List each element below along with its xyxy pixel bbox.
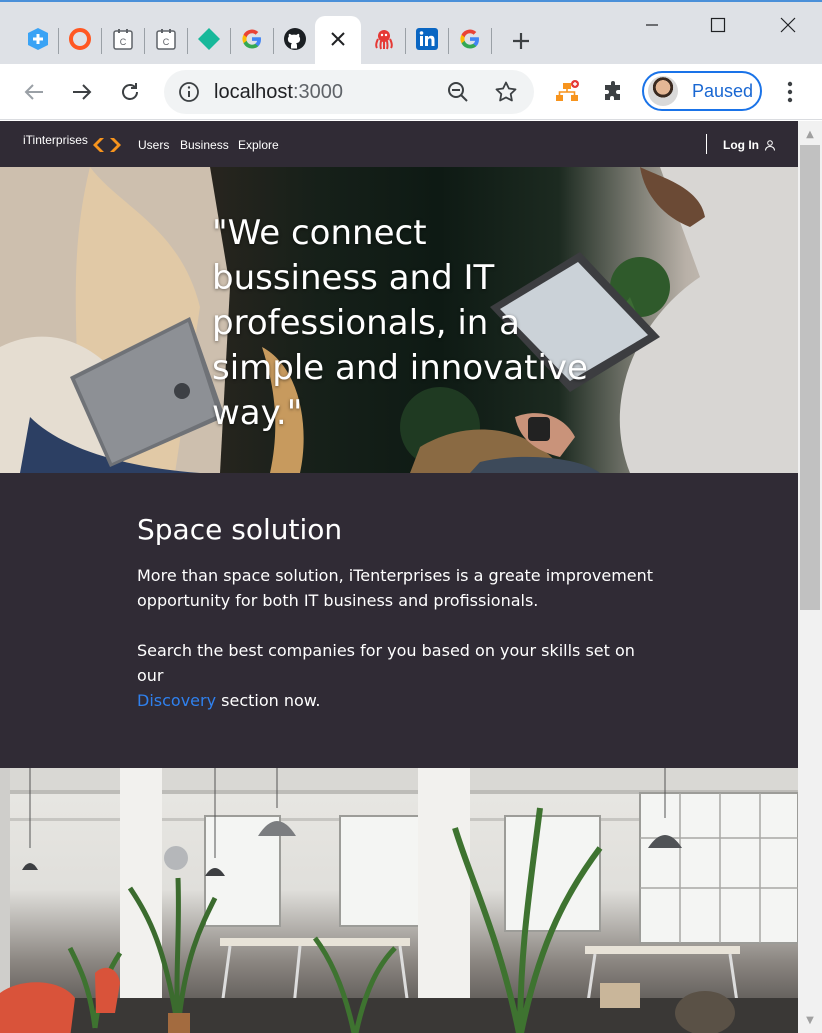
maximize-icon xyxy=(710,17,726,33)
google-icon xyxy=(239,26,265,52)
url-text[interactable]: localhost:3000 xyxy=(214,81,343,104)
linkedin-icon xyxy=(414,26,440,52)
plus-icon xyxy=(513,33,529,49)
diamond-icon xyxy=(196,26,222,52)
scroll-up-arrow-icon[interactable]: ▲ xyxy=(798,123,822,145)
sitemap-icon xyxy=(556,80,579,101)
tab-separator xyxy=(101,28,102,54)
scroll-down-arrow-icon[interactable]: ▼ xyxy=(798,1009,822,1031)
tab-10[interactable] xyxy=(409,16,445,66)
nav-explore-link[interactable]: Explore xyxy=(238,138,279,152)
ring-icon xyxy=(67,26,93,52)
discovery-link[interactable]: Discovery xyxy=(137,691,216,710)
back-button[interactable] xyxy=(18,76,50,108)
reload-icon xyxy=(122,83,138,100)
reload-button[interactable] xyxy=(114,76,146,108)
tab-1[interactable] xyxy=(20,16,56,66)
github-icon xyxy=(282,26,308,52)
section-paragraph-2: Search the best companies for you based … xyxy=(137,638,657,713)
profile-button[interactable]: Paused xyxy=(642,71,762,111)
tab-separator xyxy=(187,28,188,54)
forward-button[interactable] xyxy=(66,76,98,108)
user-icon[interactable] xyxy=(764,139,776,151)
url-host: localhost xyxy=(214,81,293,103)
tab-6[interactable] xyxy=(234,16,270,66)
browser-menu-button[interactable] xyxy=(778,78,802,106)
tab-7[interactable] xyxy=(277,16,313,66)
hero-quote: "We connect bussiness and IT professiona… xyxy=(212,213,588,433)
section-paragraph-1: More than space solution, iTenterprises … xyxy=(137,566,654,610)
tab-9[interactable] xyxy=(366,16,402,66)
close-icon[interactable] xyxy=(325,26,351,52)
page-scrollbar[interactable]: ▲ ▼ xyxy=(798,121,822,1033)
tab-strip: C C xyxy=(0,0,822,66)
tab-separator xyxy=(448,28,449,54)
login-button[interactable]: Log In xyxy=(723,138,759,152)
tab-separator xyxy=(273,28,274,54)
section-title: Space solution xyxy=(137,513,343,546)
minimize-icon xyxy=(646,24,658,26)
page-c-icon: C xyxy=(153,26,179,52)
office-photo xyxy=(0,768,798,1033)
maximize-button[interactable] xyxy=(698,10,738,40)
minimize-button[interactable] xyxy=(632,10,672,40)
info-icon[interactable] xyxy=(178,81,200,103)
code-brackets-icon xyxy=(93,138,121,152)
svg-text:C: C xyxy=(120,37,127,47)
tab-2[interactable] xyxy=(62,16,98,66)
nav-business-link[interactable]: Business xyxy=(180,138,229,152)
tab-separator xyxy=(144,28,145,54)
close-window-button[interactable] xyxy=(768,10,808,40)
extension-sitemap-button[interactable] xyxy=(553,78,581,106)
kebab-menu-icon xyxy=(787,81,793,103)
arrow-left-icon xyxy=(24,84,43,100)
browser-toolbar: localhost:3000 Paused xyxy=(0,64,822,120)
arrow-right-icon xyxy=(73,84,92,100)
svg-text:C: C xyxy=(163,37,170,47)
octopus-icon xyxy=(371,26,397,52)
tab-8-active[interactable] xyxy=(315,16,361,66)
paragraph-2-text-before: Search the best companies for you based … xyxy=(137,641,635,685)
new-tab-button[interactable] xyxy=(508,28,534,54)
hero-section: "We connect bussiness and IT professiona… xyxy=(0,167,798,473)
zoom-out-icon[interactable] xyxy=(446,80,470,104)
extensions-button[interactable] xyxy=(600,78,628,106)
office-illustration xyxy=(0,768,798,1033)
space-solution-section: Space solution More than space solution,… xyxy=(0,473,798,768)
site-navbar: iTinterprises Users Business Explore Log… xyxy=(0,121,798,167)
url-port: :3000 xyxy=(292,81,343,103)
page-c-icon: C xyxy=(110,26,136,52)
plus-shield-icon xyxy=(25,26,51,52)
avatar xyxy=(648,76,678,106)
tab-separator xyxy=(58,28,59,54)
tab-11[interactable] xyxy=(452,16,488,66)
puzzle-icon xyxy=(605,81,620,100)
tab-4[interactable]: C xyxy=(148,16,184,66)
scrollbar-thumb[interactable] xyxy=(800,145,820,610)
nav-divider xyxy=(706,134,707,154)
nav-users-link[interactable]: Users xyxy=(138,138,169,152)
tab-separator xyxy=(230,28,231,54)
tab-3[interactable]: C xyxy=(105,16,141,66)
profile-status: Paused xyxy=(692,81,754,101)
page-viewport: iTinterprises Users Business Explore Log… xyxy=(0,121,798,1033)
paragraph-2-text-after: section now. xyxy=(221,691,321,710)
google-icon xyxy=(457,26,483,52)
tab-separator xyxy=(405,28,406,54)
address-bar[interactable]: localhost:3000 xyxy=(164,70,534,114)
tab-5[interactable] xyxy=(191,16,227,66)
bookmark-star-icon[interactable] xyxy=(494,80,518,104)
site-logo[interactable]: iTinterprises xyxy=(23,133,88,147)
tab-separator xyxy=(491,28,492,54)
close-icon xyxy=(780,17,796,33)
